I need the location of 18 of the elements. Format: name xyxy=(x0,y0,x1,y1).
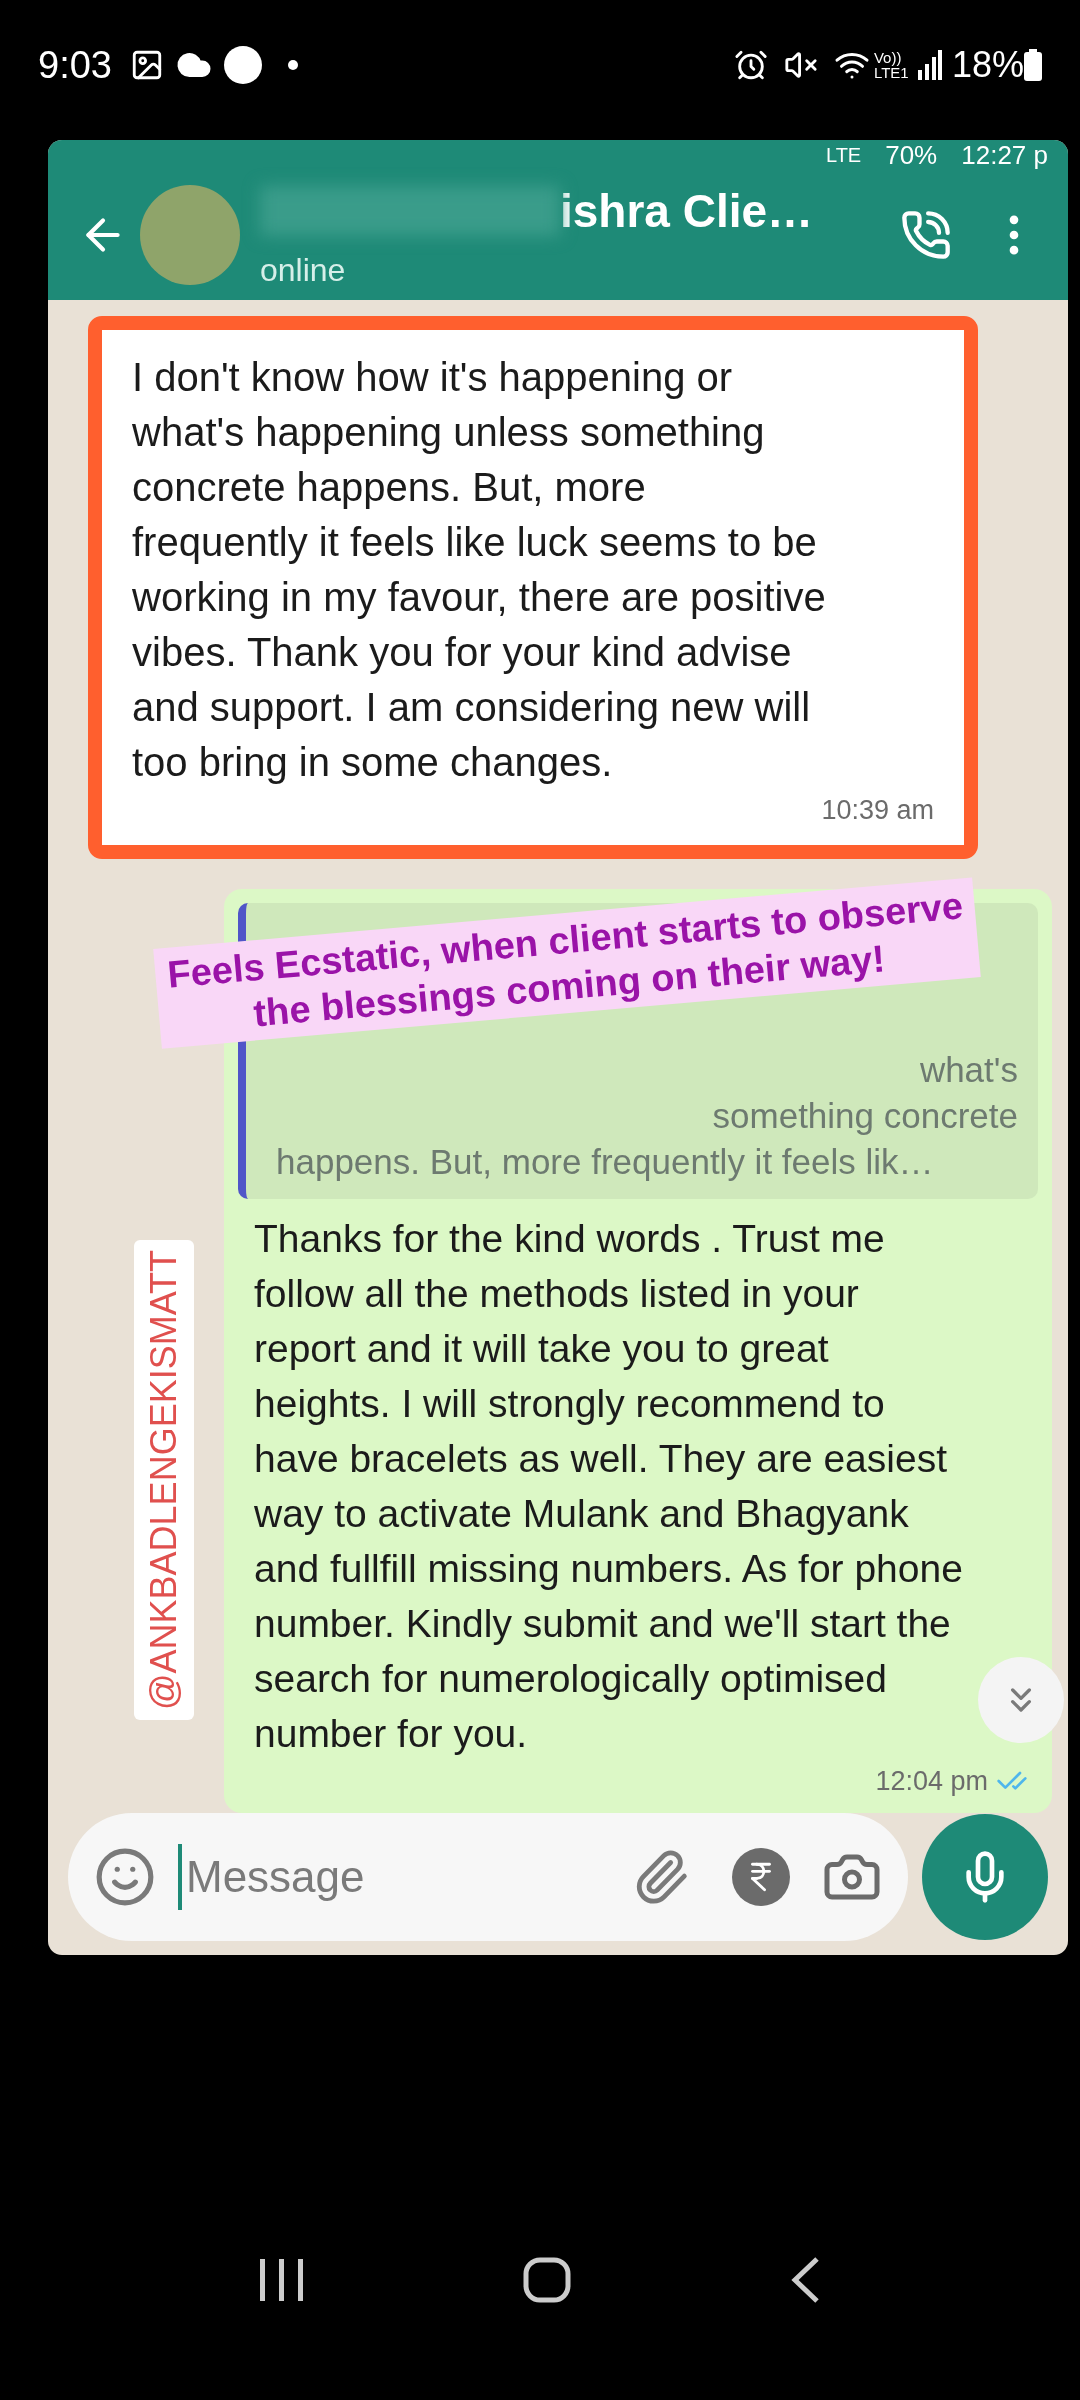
quoted-text: happens. But, more frequently it feels lik… xyxy=(276,1140,935,1183)
contact-status: online xyxy=(260,250,347,290)
message-input[interactable]: Message xyxy=(68,1813,908,1941)
network-label: Vo)) LTE1 xyxy=(873,50,910,80)
clock: 12:27 p xyxy=(961,140,1048,172)
quoted-text: what's xyxy=(919,1048,1018,1091)
message-time: 12:04 pm xyxy=(875,1764,988,1798)
network-label: LTE xyxy=(826,143,862,168)
handle-text: @ANKBADLENGEKISMATT xyxy=(142,1250,185,1710)
clock: 9:03 xyxy=(38,42,112,88)
battery-percent: 18% xyxy=(951,43,1024,87)
message-text: I don't know how it's happening or what's happening unless something concrete happens. But, more frequently it feels like luck seems to be working in my favour, there are positive vibes. Thank you for your kind advise and support. I am considering new will too bring in some changes. xyxy=(132,354,827,786)
message-time: 10:39 am xyxy=(821,794,934,827)
battery-percent: 70% xyxy=(885,140,938,172)
message-field[interactable]: Message xyxy=(178,1844,610,1910)
message-text: Thanks for the kind words . Trust me follow all the methods listed in your report and it will take you to great heights. I will strongly recommend to have bracelets as well. They are easiest way to activate Mulank and Bhagyank and fullfill missing numbers. As for phone number. Kindly submit and we'll start the search for numerologically optimised number for you. xyxy=(253,1215,964,1757)
quoted-text: something concrete xyxy=(712,1094,1018,1137)
contact-name[interactable]: ishra Clie… xyxy=(560,176,814,246)
